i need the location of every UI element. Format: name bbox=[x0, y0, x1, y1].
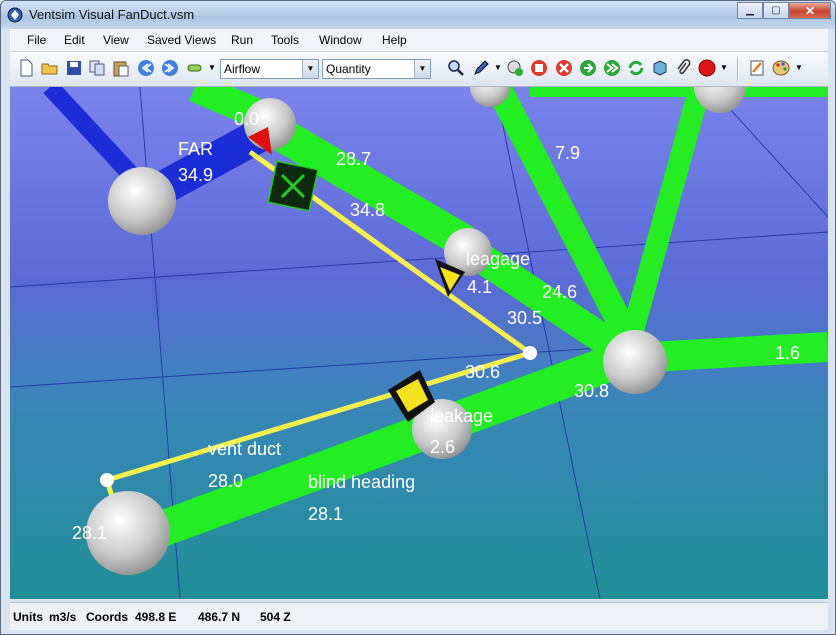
close-button[interactable]: ✕ bbox=[789, 2, 831, 19]
label-blind-heading: blind heading bbox=[308, 472, 415, 492]
menu-tools[interactable]: Tools bbox=[271, 33, 299, 47]
label-duct-30-6: 30.6 bbox=[465, 362, 500, 382]
back-icon[interactable] bbox=[137, 59, 155, 77]
step-icon[interactable] bbox=[603, 59, 621, 77]
menu-bar: File Edit View Saved Views Run Tools Win… bbox=[10, 29, 828, 52]
menu-view[interactable]: View bbox=[103, 33, 129, 47]
notes-icon[interactable] bbox=[748, 59, 766, 77]
forward-icon[interactable] bbox=[161, 59, 179, 77]
menu-file[interactable]: File bbox=[27, 33, 46, 47]
duct-node[interactable] bbox=[100, 473, 114, 487]
coords-label: Coords bbox=[86, 610, 128, 624]
label-leakage-1: leagage bbox=[466, 249, 530, 269]
label-vent-duct-value: 28.0 bbox=[208, 471, 243, 491]
coords-northing: 486.7 N bbox=[198, 610, 241, 624]
dropdown-arrow-icon[interactable]: ▼ bbox=[208, 63, 216, 72]
label-duct-34-8: 34.8 bbox=[350, 200, 385, 220]
label-leakage-1-value: 4.1 bbox=[467, 277, 492, 297]
toolbar-separator bbox=[737, 57, 739, 81]
maximize-button[interactable]: ▢ bbox=[763, 2, 789, 19]
label-top-zero: 0.0 bbox=[234, 109, 259, 129]
status-bar: Units m3/s Coords 498.8 E 486.7 N 504 Z bbox=[10, 602, 828, 630]
junction-node[interactable] bbox=[108, 167, 176, 235]
result-type-value: Airflow bbox=[224, 62, 261, 76]
dropdown-arrow-icon[interactable]: ▼ bbox=[720, 63, 728, 72]
label-airway-1-6: 1.6 bbox=[775, 343, 800, 363]
label-far: FAR bbox=[178, 139, 213, 159]
label-node-left-value: 28.1 bbox=[72, 523, 107, 543]
zoom-icon[interactable] bbox=[447, 59, 465, 77]
label-airway-7-9: 7.9 bbox=[555, 143, 580, 163]
minimize-button[interactable]: ▁ bbox=[737, 2, 763, 19]
palette-icon[interactable] bbox=[772, 59, 790, 77]
app-window: Ventsim Visual FanDuct.vsm ▁ ▢ ✕ File Ed… bbox=[0, 0, 836, 635]
network-scene[interactable]: FAR 34.9 0.0 28.7 7.9 34.8 leagage 4.1 2… bbox=[10, 87, 828, 599]
stop-icon[interactable] bbox=[530, 59, 548, 77]
menu-window[interactable]: Window bbox=[319, 33, 362, 47]
label-blind-heading-value: 28.1 bbox=[308, 504, 343, 524]
add-airway-icon[interactable] bbox=[506, 59, 524, 77]
attach-icon[interactable] bbox=[674, 59, 692, 77]
label-far-value: 34.9 bbox=[178, 165, 213, 185]
refresh-icon[interactable] bbox=[627, 59, 645, 77]
menu-run[interactable]: Run bbox=[231, 33, 253, 47]
menu-edit[interactable]: Edit bbox=[64, 33, 85, 47]
color-dot-icon[interactable] bbox=[698, 59, 716, 77]
copy-icon[interactable] bbox=[88, 59, 106, 77]
window-title: Ventsim Visual FanDuct.vsm bbox=[29, 7, 195, 22]
edit-pen-icon[interactable] bbox=[472, 59, 490, 77]
new-file-icon[interactable] bbox=[17, 59, 35, 77]
chevron-down-icon[interactable]: ▼ bbox=[414, 60, 430, 78]
3d-viewport[interactable]: FAR 34.9 0.0 28.7 7.9 34.8 leagage 4.1 2… bbox=[10, 87, 828, 599]
units-value: m3/s bbox=[49, 610, 77, 624]
duct-node[interactable] bbox=[523, 346, 537, 360]
save-icon[interactable] bbox=[65, 59, 83, 77]
pipe-tool-icon[interactable] bbox=[186, 59, 204, 77]
dropdown-arrow-icon[interactable]: ▼ bbox=[795, 63, 803, 72]
coords-easting: 498.8 E bbox=[135, 610, 177, 624]
title-bar[interactable]: Ventsim Visual FanDuct.vsm ▁ ▢ ✕ bbox=[1, 1, 835, 29]
app-icon bbox=[7, 7, 23, 23]
label-airway-28-7: 28.7 bbox=[336, 149, 371, 169]
label-airway-24-6: 24.6 bbox=[542, 282, 577, 302]
label-leakage-2-value: 2.6 bbox=[430, 437, 455, 457]
dropdown-arrow-icon[interactable]: ▼ bbox=[494, 63, 502, 72]
run-icon[interactable] bbox=[579, 59, 597, 77]
label-vent-duct: vent duct bbox=[208, 439, 281, 459]
menu-saved-views[interactable]: Saved Views bbox=[147, 33, 216, 47]
units-label: Units bbox=[13, 610, 43, 624]
label-airway-30-8: 30.8 bbox=[574, 381, 609, 401]
view-3d-icon[interactable] bbox=[651, 59, 669, 77]
junction-node[interactable] bbox=[603, 330, 667, 394]
result-field-combo[interactable]: Quantity ▼ bbox=[322, 59, 431, 79]
result-type-combo[interactable]: Airflow ▼ bbox=[220, 59, 319, 79]
menu-help[interactable]: Help bbox=[382, 33, 407, 47]
delete-icon[interactable] bbox=[555, 59, 573, 77]
coords-elevation: 504 Z bbox=[260, 610, 291, 624]
toolbar: ▼ Airflow ▼ Quantity ▼ ▼ ▼ ▼ bbox=[10, 52, 828, 87]
open-folder-icon[interactable] bbox=[41, 59, 59, 77]
label-leakage-2: leakage bbox=[430, 406, 493, 426]
chevron-down-icon[interactable]: ▼ bbox=[302, 60, 318, 78]
result-field-value: Quantity bbox=[326, 62, 371, 76]
paste-icon[interactable] bbox=[112, 59, 130, 77]
label-duct-30-5: 30.5 bbox=[507, 308, 542, 328]
